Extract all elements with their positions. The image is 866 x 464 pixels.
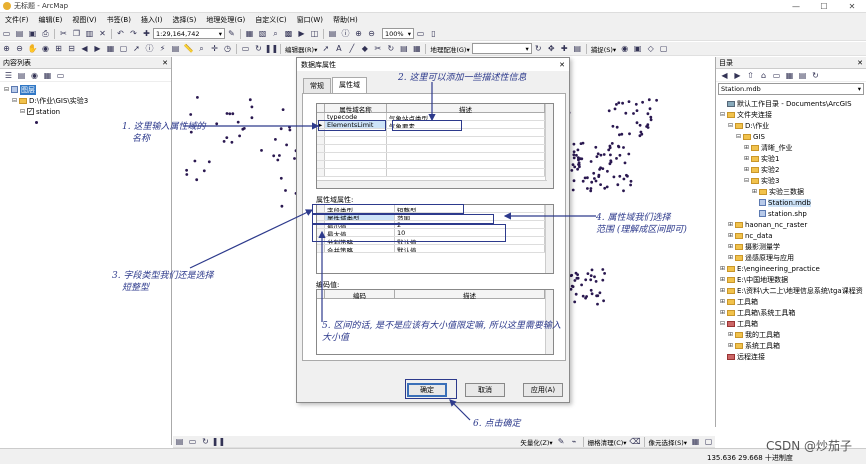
bottom-toolbar: ▤ ▭ ↻ ❚❚ 矢量化(Z)▾ ✎ ⌁ 栅格清理(C)▾ ⌫ 像元选择(S)▾… xyxy=(173,436,715,448)
highlight-domain-type xyxy=(312,214,494,224)
annotation-6: 6. 点击确定 xyxy=(473,419,521,429)
cell-select-icon[interactable]: ▦ xyxy=(690,436,701,447)
view-layout-icon[interactable]: ▭ xyxy=(187,436,198,447)
annotation-2: 2. 这里可以添加一些描述性信息 xyxy=(398,73,527,83)
annotation-4: 4. 属性域我们选择 范围 (理解成区间即可) xyxy=(596,213,687,235)
vector-trace-icon[interactable]: ⌁ xyxy=(569,436,580,447)
vectorization-menu[interactable]: 矢量化(Z)▾ xyxy=(518,437,554,447)
arcmap-window: 无标题 - ArcMap — ☐ ✕ 文件(F) 编辑(E) 视图(V) 书签(… xyxy=(0,0,866,464)
view-data-icon[interactable]: ▤ xyxy=(174,436,185,447)
highlight-domain-desc xyxy=(392,120,462,131)
highlight-min-max xyxy=(312,224,506,242)
cell-clear-icon[interactable]: ▢ xyxy=(703,436,714,447)
raster-cleanup-menu[interactable]: 栅格清理(C)▾ xyxy=(586,437,629,447)
annotation-1: 1. 这里输入属性域的 名称 xyxy=(122,122,206,144)
erase-icon[interactable]: ⌫ xyxy=(629,436,640,447)
highlight-field-type xyxy=(312,204,464,214)
annotation-3: 3. 字段类型我们还是选择 短整型 xyxy=(112,271,214,293)
refresh-icon[interactable]: ↻ xyxy=(200,436,211,447)
coordinate-readout: 135.636 29.668 十进制度 xyxy=(707,454,793,462)
vector-tool-icon[interactable]: ✎ xyxy=(556,436,567,447)
pause-icon[interactable]: ❚❚ xyxy=(212,436,225,447)
watermark: CSDN @炒茄子 xyxy=(765,439,852,453)
cell-selection-menu[interactable]: 像元选择(S)▾ xyxy=(647,437,689,447)
annotation-5: 5. 区间的话, 是不是应该有大小值限定嘛, 所以这里需要输入 大小值 xyxy=(322,321,561,343)
highlight-ok xyxy=(405,379,457,399)
highlight-domain-name xyxy=(318,120,386,131)
